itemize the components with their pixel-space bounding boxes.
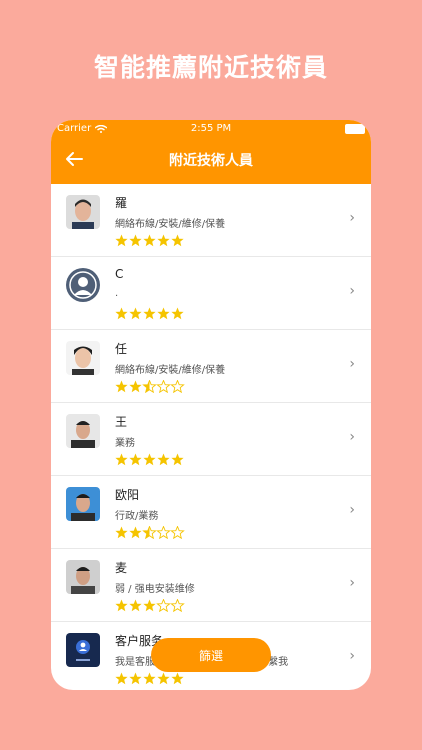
technician-list: 羅網絡布線/安裝/維修/保養 › C. › 任網絡布線/安裝/維修/保養 › 王業務 › 欧阳行… <box>51 184 371 690</box>
technician-row[interactable]: 任網絡布線/安裝/維修/保養 › <box>51 330 371 403</box>
promo-title: 智能推薦附近技術員 <box>93 53 328 82</box>
status-bar: Carrier 2:55 PM <box>51 120 371 138</box>
chevron-right-icon: › <box>349 210 355 226</box>
avatar <box>66 341 100 375</box>
rating-stars <box>115 232 185 247</box>
avatar <box>66 487 100 521</box>
status-time: 2:55 PM <box>190 123 232 134</box>
avatar <box>66 633 100 667</box>
chevron-right-icon: › <box>349 356 355 372</box>
technician-name: 王 <box>115 415 128 429</box>
rating-stars <box>115 305 185 320</box>
technician-name: 任 <box>115 342 128 356</box>
technician-service: 網絡布線/安裝/維修/保養 <box>115 365 226 376</box>
technician-row[interactable]: C. › <box>51 257 371 330</box>
filter-button[interactable]: 篩選 <box>151 638 271 672</box>
rating-stars <box>115 597 185 613</box>
technician-name: 羅 <box>115 196 128 210</box>
app-screen: Carrier 2:55 PM 附近技術人員 羅網絡布線/安裝/維修/保養 › C.… <box>51 120 371 690</box>
chevron-right-icon: › <box>349 502 355 518</box>
page-title: 附近技術人員 <box>169 153 253 169</box>
technician-row[interactable]: 麦弱 / 强电安装维修 › <box>51 549 371 622</box>
avatar <box>66 560 100 594</box>
technician-row[interactable]: 王業務 › <box>51 403 371 476</box>
technician-service: . <box>115 288 119 299</box>
rating-stars <box>115 451 185 466</box>
avatar <box>66 414 100 448</box>
battery-icon <box>345 124 365 134</box>
avatar <box>66 268 100 302</box>
technician-service: 弱 / 强电安装维修 <box>115 584 195 595</box>
chevron-right-icon: › <box>349 648 355 664</box>
technician-row[interactable]: 欧阳行政/業務 › <box>51 476 371 549</box>
technician-service: 行政/業務 <box>115 511 159 522</box>
chevron-right-icon: › <box>349 283 355 299</box>
rating-stars <box>115 524 185 540</box>
rating-stars <box>115 670 185 685</box>
chevron-right-icon: › <box>349 575 355 591</box>
technician-name: 麦 <box>115 561 128 575</box>
technician-service: 網絡布線/安裝/維修/保養 <box>115 219 226 230</box>
avatar <box>66 195 100 229</box>
technician-name: 欧阳 <box>115 488 140 502</box>
app-header: Carrier 2:55 PM 附近技術人員 <box>51 120 371 184</box>
technician-service: 業務 <box>115 438 135 449</box>
chevron-right-icon: › <box>349 429 355 445</box>
technician-row[interactable]: 羅網絡布線/安裝/維修/保養 › <box>51 184 371 257</box>
technician-name: C <box>115 267 124 281</box>
rating-stars <box>115 378 185 394</box>
